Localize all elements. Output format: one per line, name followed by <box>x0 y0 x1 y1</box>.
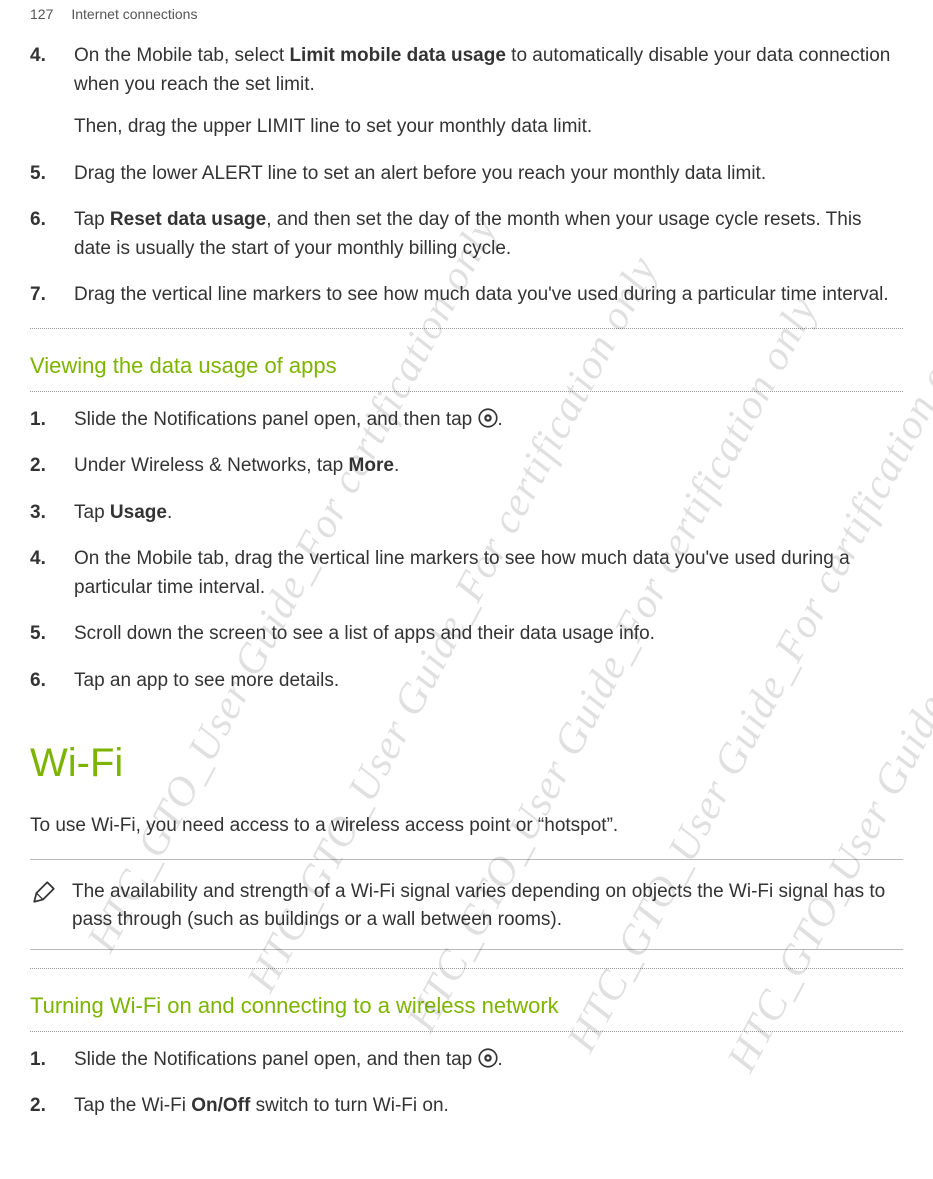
note: The availability and strength of a Wi-Fi… <box>30 878 903 935</box>
step-text: Drag the lower ALERT line to set an aler… <box>74 163 766 184</box>
list-item: 6 Tap an app to see more details. <box>74 667 903 696</box>
step-number: 2 <box>30 1092 64 1121</box>
divider <box>30 1031 903 1032</box>
step-text: On the Mobile tab, select Limit mobile d… <box>74 45 890 95</box>
step-text: Tap Usage. <box>74 502 172 523</box>
list-item: 5 Drag the lower ALERT line to set an al… <box>74 160 903 189</box>
list-item: 3 Tap Usage. <box>74 499 903 528</box>
step-text: Slide the Notifications panel open, and … <box>74 409 503 430</box>
list-item: 2 Tap the Wi-Fi On/Off switch to turn Wi… <box>74 1092 903 1121</box>
step-number: 2 <box>30 452 64 481</box>
note-text: The availability and strength of a Wi-Fi… <box>72 878 903 935</box>
gear-icon <box>478 1048 498 1068</box>
step-text: Slide the Notifications panel open, and … <box>74 1049 503 1070</box>
section-title-wifi: Wi-Fi <box>30 741 903 786</box>
step-text: Tap Reset data usage, and then set the d… <box>74 209 862 259</box>
pen-icon <box>30 878 58 906</box>
header-section: Internet connections <box>71 6 197 22</box>
subheading-wifi-on: Turning Wi-Fi on and connecting to a wir… <box>30 993 903 1019</box>
list-item: 5 Scroll down the screen to see a list o… <box>74 620 903 649</box>
step-number: 1 <box>30 406 64 435</box>
step-text: On the Mobile tab, drag the vertical lin… <box>74 548 850 598</box>
subheading-apps: Viewing the data usage of apps <box>30 353 903 379</box>
wifi-intro: To use Wi-Fi, you need access to a wirel… <box>30 812 903 841</box>
steps-apps: 1 Slide the Notifications panel open, an… <box>30 406 903 696</box>
divider <box>30 391 903 392</box>
divider <box>30 859 903 860</box>
step-number: 6 <box>30 206 64 235</box>
step-text: Drag the vertical line markers to see ho… <box>74 284 889 305</box>
step-number: 4 <box>30 545 64 574</box>
step-number: 3 <box>30 499 64 528</box>
divider <box>30 328 903 329</box>
divider <box>30 949 903 950</box>
step-number: 6 <box>30 667 64 696</box>
step-text: Under Wireless & Networks, tap More. <box>74 455 399 476</box>
divider <box>30 968 903 969</box>
gear-icon <box>478 408 498 428</box>
step-text: Tap an app to see more details. <box>74 670 339 691</box>
step-number: 5 <box>30 160 64 189</box>
steps-top: 4 On the Mobile tab, select Limit mobile… <box>30 42 903 310</box>
step-number: 5 <box>30 620 64 649</box>
page-header: 127 Internet connections <box>30 0 903 42</box>
step-number: 7 <box>30 281 64 310</box>
page-number: 127 <box>30 6 53 22</box>
list-item: 7 Drag the vertical line markers to see … <box>74 281 903 310</box>
step-number: 4 <box>30 42 64 71</box>
list-item: 1 Slide the Notifications panel open, an… <box>74 1046 903 1075</box>
step-number: 1 <box>30 1046 64 1075</box>
list-item: 4 On the Mobile tab, drag the vertical l… <box>74 545 903 602</box>
list-item: 4 On the Mobile tab, select Limit mobile… <box>74 42 903 142</box>
step-text: Scroll down the screen to see a list of … <box>74 623 655 644</box>
list-item: 1 Slide the Notifications panel open, an… <box>74 406 903 435</box>
list-item: 2 Under Wireless & Networks, tap More. <box>74 452 903 481</box>
steps-wifi: 1 Slide the Notifications panel open, an… <box>30 1046 903 1121</box>
list-item: 6 Tap Reset data usage, and then set the… <box>74 206 903 263</box>
step-extra: Then, drag the upper LIMIT line to set y… <box>74 113 903 142</box>
